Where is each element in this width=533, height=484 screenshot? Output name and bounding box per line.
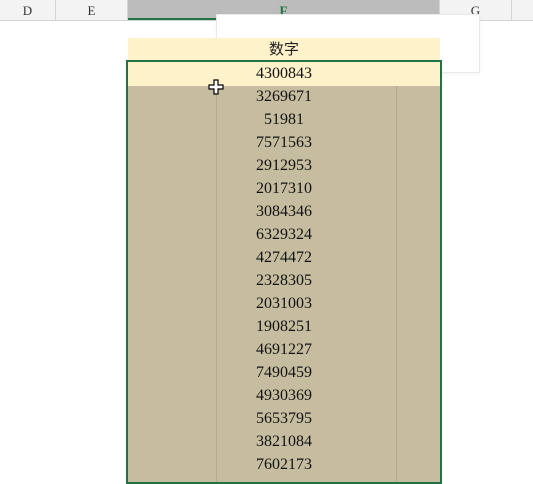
- column-header-d[interactable]: D: [0, 0, 56, 20]
- cell-value[interactable]: 7602173: [128, 453, 440, 476]
- cell-value[interactable]: 3821084: [128, 430, 440, 453]
- cell-value[interactable]: 4691227: [128, 338, 440, 361]
- cell-value[interactable]: 3084346: [128, 200, 440, 223]
- cell-value[interactable]: 51981: [128, 108, 440, 131]
- cell-header[interactable]: 数字: [128, 38, 440, 60]
- cell-value[interactable]: 1908251: [128, 315, 440, 338]
- cell-value[interactable]: 4300843: [128, 62, 440, 85]
- cell-value[interactable]: 2017310: [128, 177, 440, 200]
- cell-value[interactable]: 3269671: [128, 85, 440, 108]
- cell-value[interactable]: 4274472: [128, 246, 440, 269]
- column-header-e[interactable]: E: [56, 0, 128, 20]
- column-header-h[interactable]: [512, 0, 533, 20]
- cell-value[interactable]: 2328305: [128, 269, 440, 292]
- cell-list: 4300843 3269671 51981 7571563 2912953 2017310…: [128, 62, 440, 476]
- plus-cross-cursor-icon: [208, 79, 224, 95]
- cell-value[interactable]: 6329324: [128, 223, 440, 246]
- cell-value[interactable]: 5653795: [128, 407, 440, 430]
- cell-value[interactable]: 7490459: [128, 361, 440, 384]
- cell-value[interactable]: 4930369: [128, 384, 440, 407]
- cell-value[interactable]: 7571563: [128, 131, 440, 154]
- cell-value[interactable]: 2912953: [128, 154, 440, 177]
- cell-value[interactable]: 2031003: [128, 292, 440, 315]
- column-selection[interactable]: 4300843 3269671 51981 7571563 2912953 2017310…: [126, 60, 442, 484]
